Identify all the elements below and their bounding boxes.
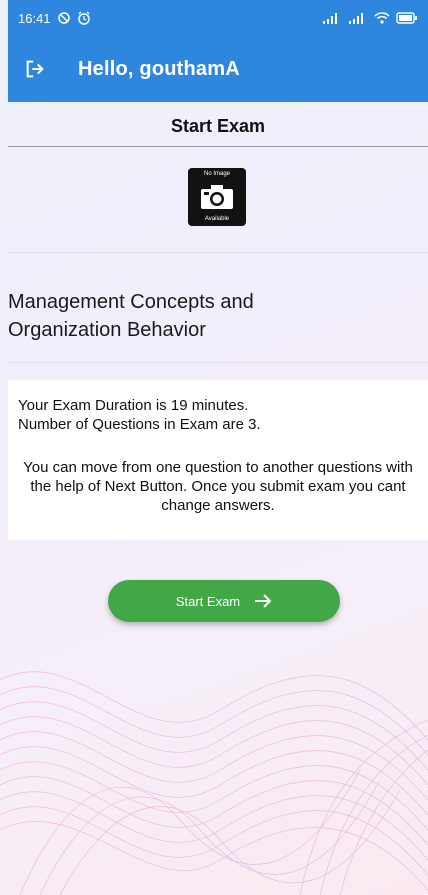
status-right — [322, 12, 418, 24]
background-wave-pattern — [0, 671, 428, 895]
course-name-line-1: Management Concepts and — [8, 291, 254, 313]
wifi-icon — [374, 12, 390, 24]
exam-start-screen: 16:41 Hello, gouthamA Start Exam No Imag… — [0, 0, 428, 895]
status-time: 16:41 — [18, 10, 51, 26]
divider — [8, 362, 428, 363]
exam-duration-text: Your Exam Duration is 19 minutes. — [18, 397, 249, 414]
arrow-right-icon — [255, 594, 272, 608]
logout-icon — [26, 60, 44, 78]
no-image-text: No Image — [203, 171, 230, 177]
course-name: Management Concepts and Organization Beh… — [8, 288, 408, 344]
status-bar: 16:41 — [8, 0, 428, 36]
exam-info-card: Your Exam Duration is 19 minutes. Number… — [8, 380, 428, 540]
notification-icon — [57, 12, 70, 24]
available-text: Available — [204, 216, 230, 222]
start-exam-button[interactable]: Start Exam — [108, 580, 340, 622]
battery-icon — [396, 12, 417, 24]
start-exam-label: Start Exam — [175, 593, 241, 609]
page-title: Start Exam — [170, 115, 266, 136]
app-title: Hello, gouthamA — [78, 57, 240, 80]
divider — [8, 146, 428, 147]
question-count-text: Number of Questions in Exam are 3. — [18, 416, 261, 433]
exam-image-placeholder: No Image Available — [188, 168, 246, 226]
status-left: 16:41 — [18, 11, 91, 26]
signal-icon-2 — [349, 13, 363, 24]
camera-icon — [201, 185, 233, 209]
alarm-icon — [77, 11, 90, 25]
signal-icon — [323, 13, 337, 24]
course-name-line-2: Organization Behavior — [8, 319, 206, 341]
exam-instructions-text: You can move from one question to anothe… — [23, 459, 413, 514]
logout-button[interactable] — [12, 46, 58, 92]
divider — [8, 252, 428, 253]
app-bar: Hello, gouthamA — [8, 36, 428, 102]
